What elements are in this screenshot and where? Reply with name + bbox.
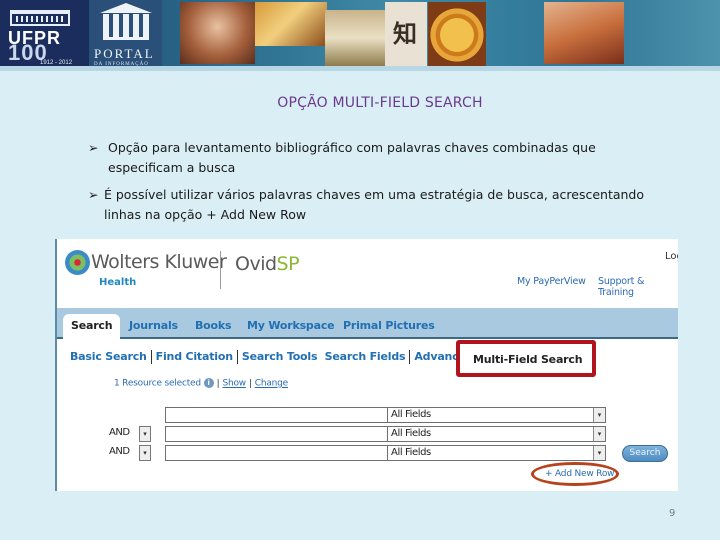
resource-selected-info: 1 Resource selected i | Show | Change xyxy=(114,378,289,389)
subnav-separator xyxy=(409,350,411,364)
chevron-down-icon[interactable]: ▾ xyxy=(593,427,605,441)
bullet-2-line-2: linhas na opção + Add New Row xyxy=(104,207,307,222)
bullet-1-line-1: Opção para levantamento bibliográfico co… xyxy=(108,140,596,155)
wolters-kluwer-logo-icon xyxy=(65,250,90,275)
product-name: OvidSP xyxy=(235,253,300,275)
field-select-2[interactable]: All Fields ▾ xyxy=(387,426,606,442)
tab-journals[interactable]: Journals xyxy=(121,314,186,339)
arrow-bullet-icon: ➢ xyxy=(88,140,99,155)
banner-image-astrolabe xyxy=(428,2,486,68)
field-select-value: All Fields xyxy=(391,428,431,439)
logout-link[interactable]: Log xyxy=(665,251,678,262)
slide-title: OPÇÃO MULTI-FIELD SEARCH xyxy=(277,95,483,111)
subnav-basic-search[interactable]: Basic Search xyxy=(70,350,147,363)
chevron-down-icon[interactable]: ▾ xyxy=(139,426,151,442)
operator-value: AND xyxy=(109,427,130,438)
banner-bottom-strip xyxy=(0,66,720,71)
bullet-1-line-2: especificam a busca xyxy=(108,160,236,175)
chevron-down-icon[interactable]: ▾ xyxy=(593,446,605,460)
product-suffix: SP xyxy=(276,253,300,275)
search-term-input-1[interactable] xyxy=(165,407,390,423)
field-select-1[interactable]: All Fields ▾ xyxy=(387,407,606,423)
operator-select-3[interactable]: AND ▾ xyxy=(106,445,154,461)
subnav-find-citation[interactable]: Find Citation xyxy=(156,350,233,363)
temple-roof-icon xyxy=(100,3,152,13)
ufpr-logo: UFPR 100 1912 - 2012 xyxy=(0,0,89,71)
main-tabbar: Search Journals Books My Workspace Prima… xyxy=(57,308,678,341)
tab-books[interactable]: Books xyxy=(187,314,239,339)
subnav-multi-field-search-highlighted[interactable]: Multi-Field Search xyxy=(456,340,596,377)
banner-image-face xyxy=(180,2,255,64)
info-icon[interactable]: i xyxy=(203,378,214,388)
ovidsp-screenshot: Wolters Kluwer Health OvidSP Log My PayP… xyxy=(55,239,678,491)
banner-image-wireframe-head xyxy=(544,2,624,64)
search-button[interactable]: Search xyxy=(622,445,668,462)
brand-name: Wolters Kluwer xyxy=(91,251,227,273)
header-banner: UFPR 100 1912 - 2012 PORTAL DA INFORMAÇÃ… xyxy=(0,0,720,71)
search-mode-nav: Basic Search Find Citation Search Tools Se… xyxy=(70,350,511,364)
show-link[interactable]: Show xyxy=(222,379,246,389)
bullet-1: ➢ Opção para levantamento bibliográfico c… xyxy=(88,138,648,178)
tab-primal-pictures[interactable]: Primal Pictures xyxy=(335,314,443,339)
subnav-separator xyxy=(236,350,238,364)
banner-image-fresco xyxy=(255,2,327,46)
banner-image-calligraphy xyxy=(385,2,427,68)
chevron-down-icon[interactable]: ▾ xyxy=(593,408,605,422)
add-new-row-link[interactable]: + Add New Row xyxy=(545,469,614,479)
subnav-search-tools[interactable]: Search Tools xyxy=(242,350,318,363)
search-term-input-2[interactable] xyxy=(165,426,390,442)
tab-search[interactable]: Search xyxy=(63,314,121,341)
product-prefix: Ovid xyxy=(235,253,277,275)
my-payperview-link[interactable]: My PayPerView xyxy=(517,276,586,287)
operator-select-2[interactable]: AND ▾ xyxy=(106,426,154,442)
building-icon xyxy=(10,10,70,26)
header-divider xyxy=(220,251,221,289)
operator-value: AND xyxy=(109,446,130,457)
portal-logo: PORTAL DA INFORMAÇÃO xyxy=(90,0,162,71)
brand-sub: Health xyxy=(99,277,137,288)
chevron-down-icon[interactable]: ▾ xyxy=(139,445,151,461)
banner-image-manuscript xyxy=(325,10,385,66)
search-term-input-3[interactable] xyxy=(165,445,390,461)
field-select-3[interactable]: All Fields ▾ xyxy=(387,445,606,461)
bullet-2: ➢ É possível utilizar vários palavras cha… xyxy=(88,185,678,225)
change-link[interactable]: Change xyxy=(255,379,288,389)
subnav-search-fields[interactable]: Search Fields xyxy=(325,350,406,363)
subnav-separator xyxy=(150,350,152,364)
field-select-value: All Fields xyxy=(391,409,431,420)
temple-columns-icon xyxy=(103,14,149,40)
bullet-2-line-1: É possível utilizar vários palavras chav… xyxy=(104,187,645,202)
support-training-link[interactable]: Support & Training xyxy=(598,276,678,298)
tab-my-workspace[interactable]: My Workspace xyxy=(239,314,342,339)
arrow-bullet-icon: ➢ xyxy=(88,187,99,202)
field-select-value: All Fields xyxy=(391,447,431,458)
resource-selected-text: 1 Resource selected xyxy=(114,378,201,389)
page-number: 9 xyxy=(669,508,676,519)
portal-text: PORTAL xyxy=(94,46,155,61)
